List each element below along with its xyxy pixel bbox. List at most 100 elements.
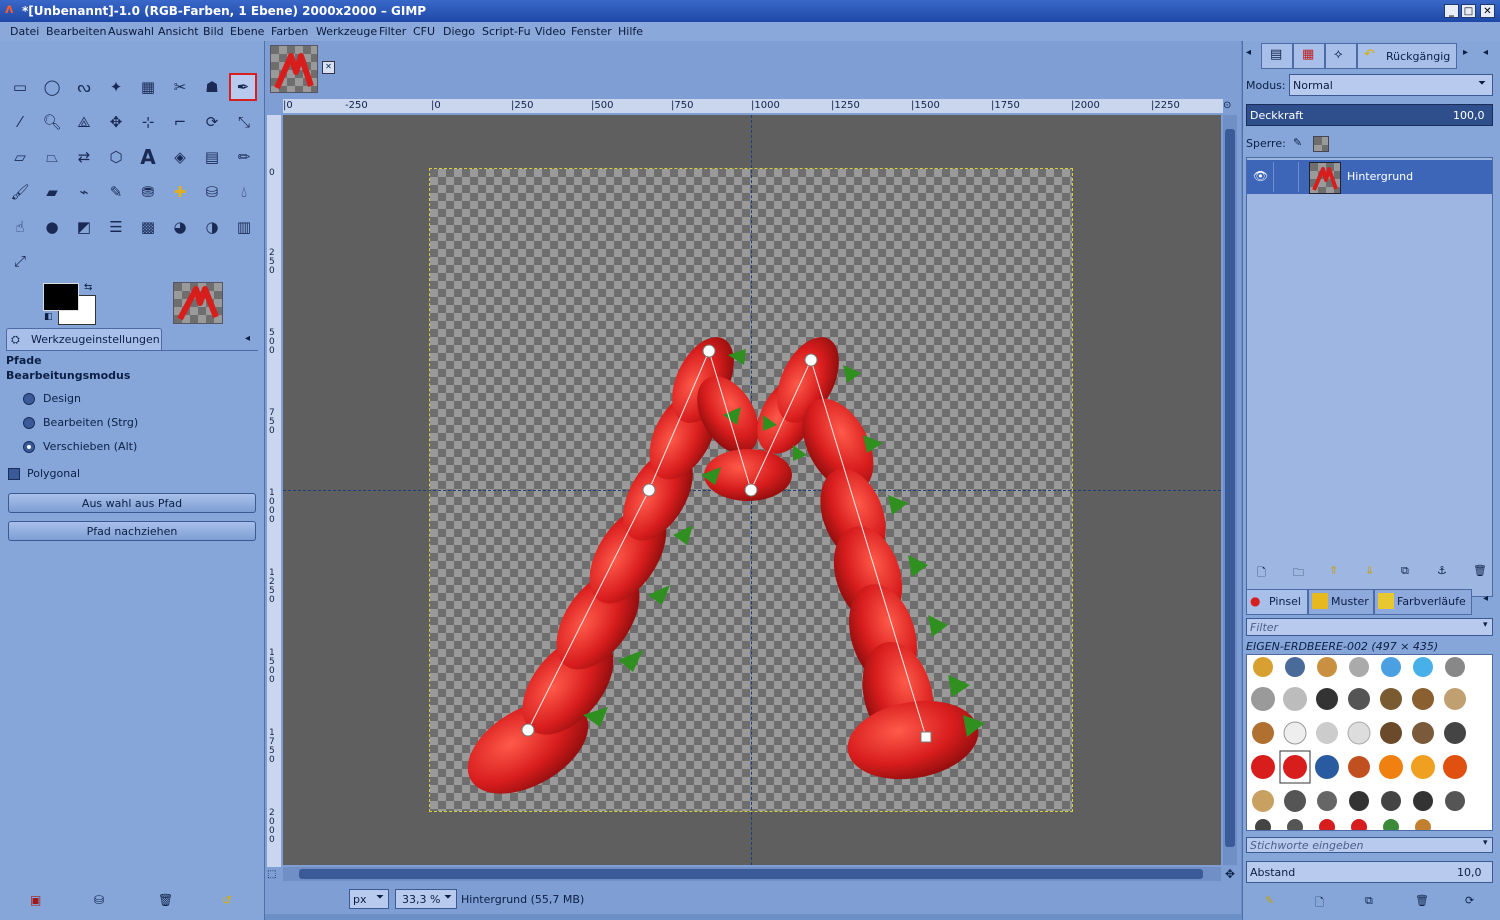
curves-tool[interactable]: ⤢ [8, 249, 32, 273]
menu-bearbeiten[interactable]: Bearbeiten [46, 25, 106, 38]
duplicate-layer-icon[interactable]: ⧉ [1401, 564, 1409, 578]
menu-datei[interactable]: Datei [10, 25, 39, 38]
dock-right-arrow-icon[interactable]: ▸ [1463, 47, 1468, 58]
text-tool[interactable]: A [136, 145, 160, 169]
navigate-icon[interactable]: ✥ [1225, 867, 1235, 881]
menu-cfu[interactable]: CFU [413, 25, 435, 38]
refresh-brushes-icon[interactable]: ⟳ [1465, 894, 1474, 907]
tab-tool-options[interactable]: ⛭ Werkzeugeinstellungen [6, 328, 162, 351]
menu-werkzeuge[interactable]: Werkzeuge [316, 25, 377, 38]
tab-gradients[interactable]: Farbverläufe [1374, 589, 1472, 615]
lock-alpha-icon[interactable] [1313, 136, 1329, 152]
menu-ansicht[interactable]: Ansicht [158, 25, 199, 38]
paintbrush-tool[interactable]: 🖌︎ [8, 180, 32, 204]
filter-input[interactable]: Filter ▾ [1246, 618, 1493, 636]
maximize-button[interactable]: □ [1461, 4, 1476, 18]
eye-icon[interactable]: 👁︎ [1253, 169, 1268, 183]
dock-left-arrow-icon[interactable]: ◂ [1246, 47, 1251, 58]
clone-tool[interactable]: ⛃ [136, 180, 160, 204]
pencil-tool[interactable]: ✏ [232, 145, 256, 169]
zoom-image-icon[interactable]: ⊙ [1223, 100, 1231, 111]
brush-grid[interactable] [1246, 654, 1493, 831]
minimize-button[interactable]: _ [1444, 4, 1459, 18]
menu-script-fu[interactable]: Script-Fu [482, 25, 531, 38]
crop-tool[interactable]: ⌐ [168, 110, 192, 134]
vertical-scrollbar[interactable] [1223, 115, 1237, 865]
canvas-viewport[interactable] [283, 115, 1221, 865]
brushes-menu-icon[interactable]: ◂ [1483, 593, 1488, 604]
blend-tool[interactable]: ▤ [200, 145, 224, 169]
quick-mask-icon[interactable]: ⬚ [267, 869, 276, 880]
horizontal-scrollbar[interactable] [283, 867, 1221, 881]
vertical-scroll-thumb[interactable] [1225, 129, 1235, 847]
bucket-fill-tool[interactable]: ◈ [168, 145, 192, 169]
tab-undo-history[interactable]: ↶ Rückgängig [1357, 43, 1457, 69]
spacing-slider[interactable]: Abstand 10,0 [1246, 861, 1493, 883]
menu-filter[interactable]: Filter [379, 25, 406, 38]
tab-paths[interactable]: ⟡ [1325, 43, 1357, 69]
shear-tool[interactable]: ▱ [8, 145, 32, 169]
hue-saturation-tool[interactable]: ▩ [136, 215, 160, 239]
selection-from-path-button[interactable]: Aus wahl aus Pfad [8, 493, 256, 513]
save-options-icon[interactable]: ▣ [30, 893, 41, 907]
perspective-clone-tool[interactable]: ⛁ [200, 180, 224, 204]
select-by-color-tool[interactable]: ▦ [136, 75, 160, 99]
airbrush-tool[interactable]: ⌁ [72, 180, 96, 204]
unit-select[interactable]: px ⏷ [349, 889, 389, 909]
active-image-thumbnail[interactable] [173, 282, 223, 324]
flip-tool[interactable]: ⇄ [72, 145, 96, 169]
paths-tool[interactable]: ✒ [229, 73, 257, 101]
tags-input[interactable]: Stichworte eingeben ▾ [1246, 837, 1493, 853]
mode-design-radio[interactable] [23, 393, 35, 405]
tab-layers[interactable]: ▤ [1261, 43, 1293, 69]
move-tool[interactable]: ✥ [104, 110, 128, 134]
fuzzy-select-tool[interactable]: ✦ [104, 75, 128, 99]
lock-pixels-icon[interactable]: ✎ [1293, 136, 1302, 149]
desaturate-tool[interactable]: ◩ [72, 215, 96, 239]
ellipse-select-tool[interactable]: ◯ [40, 75, 64, 99]
layer-row[interactable]: 👁︎ Hintergrund [1247, 160, 1492, 194]
menu-ebene[interactable]: Ebene [230, 25, 264, 38]
scale-tool[interactable]: ⤡ [232, 110, 256, 134]
rect-select-tool[interactable]: ▭ [8, 75, 32, 99]
restore-options-icon[interactable]: ⛁ [94, 893, 104, 907]
horizontal-scroll-thumb[interactable] [299, 869, 1203, 879]
default-colors-icon[interactable]: ◧ [44, 312, 53, 322]
opacity-slider[interactable]: Deckkraft 100,0 [1246, 104, 1493, 126]
menu-farben[interactable]: Farben [271, 25, 308, 38]
scissors-tool[interactable]: ✂ [168, 75, 192, 99]
ink-tool[interactable]: ✎ [104, 180, 128, 204]
mode-move-radio[interactable] [23, 441, 35, 453]
raise-layer-icon[interactable]: ⇑ [1329, 564, 1338, 577]
measure-tool[interactable]: ⟁ [72, 110, 96, 134]
lower-layer-icon[interactable]: ⇓ [1365, 564, 1374, 577]
align-tool[interactable]: ⊹ [136, 110, 160, 134]
rotate-tool[interactable]: ⟳ [200, 110, 224, 134]
mode-edit-radio[interactable] [23, 417, 35, 429]
menu-diego[interactable]: Diego [443, 25, 475, 38]
tab-channels[interactable]: ▦ [1293, 43, 1325, 69]
duplicate-brush-icon[interactable]: ⧉ [1365, 894, 1373, 908]
new-layer-icon[interactable]: 🗋︎ [1257, 564, 1266, 583]
swap-colors-icon[interactable]: ⇆ [84, 282, 92, 293]
blur-tool[interactable]: 💧︎ [232, 180, 256, 204]
tab-brushes[interactable]: ● Pinsel [1246, 589, 1308, 615]
levels-tool[interactable]: ▥ [232, 215, 256, 239]
stroke-path-button[interactable]: Pfad nachziehen [8, 521, 256, 541]
delete-layer-icon[interactable]: 🗑︎ [1473, 564, 1487, 577]
mode-design-label[interactable]: Design [43, 392, 81, 405]
polygonal-checkbox[interactable] [8, 468, 20, 480]
image-tab-thumbnail[interactable] [270, 45, 318, 93]
new-layer-group-icon[interactable]: 🗀︎ [1293, 564, 1304, 583]
dock-menu-icon[interactable]: ◂ [1483, 47, 1488, 58]
delete-options-icon[interactable]: 🗑︎ [158, 893, 173, 907]
dodge-burn-tool[interactable]: ● [40, 215, 64, 239]
menu-hilfe[interactable]: Hilfe [618, 25, 643, 38]
foreground-color-swatch[interactable] [43, 283, 79, 311]
zoom-tool[interactable]: 🔍︎ [40, 110, 64, 134]
layer-mode-select[interactable]: Normal ⏷ [1289, 74, 1493, 96]
color-picker-tool[interactable]: ⁄ [8, 110, 32, 134]
perspective-tool[interactable]: ⏢ [40, 145, 64, 169]
chain-toggle[interactable] [1273, 162, 1299, 192]
anchor-layer-icon[interactable]: ⚓︎ [1437, 564, 1447, 577]
